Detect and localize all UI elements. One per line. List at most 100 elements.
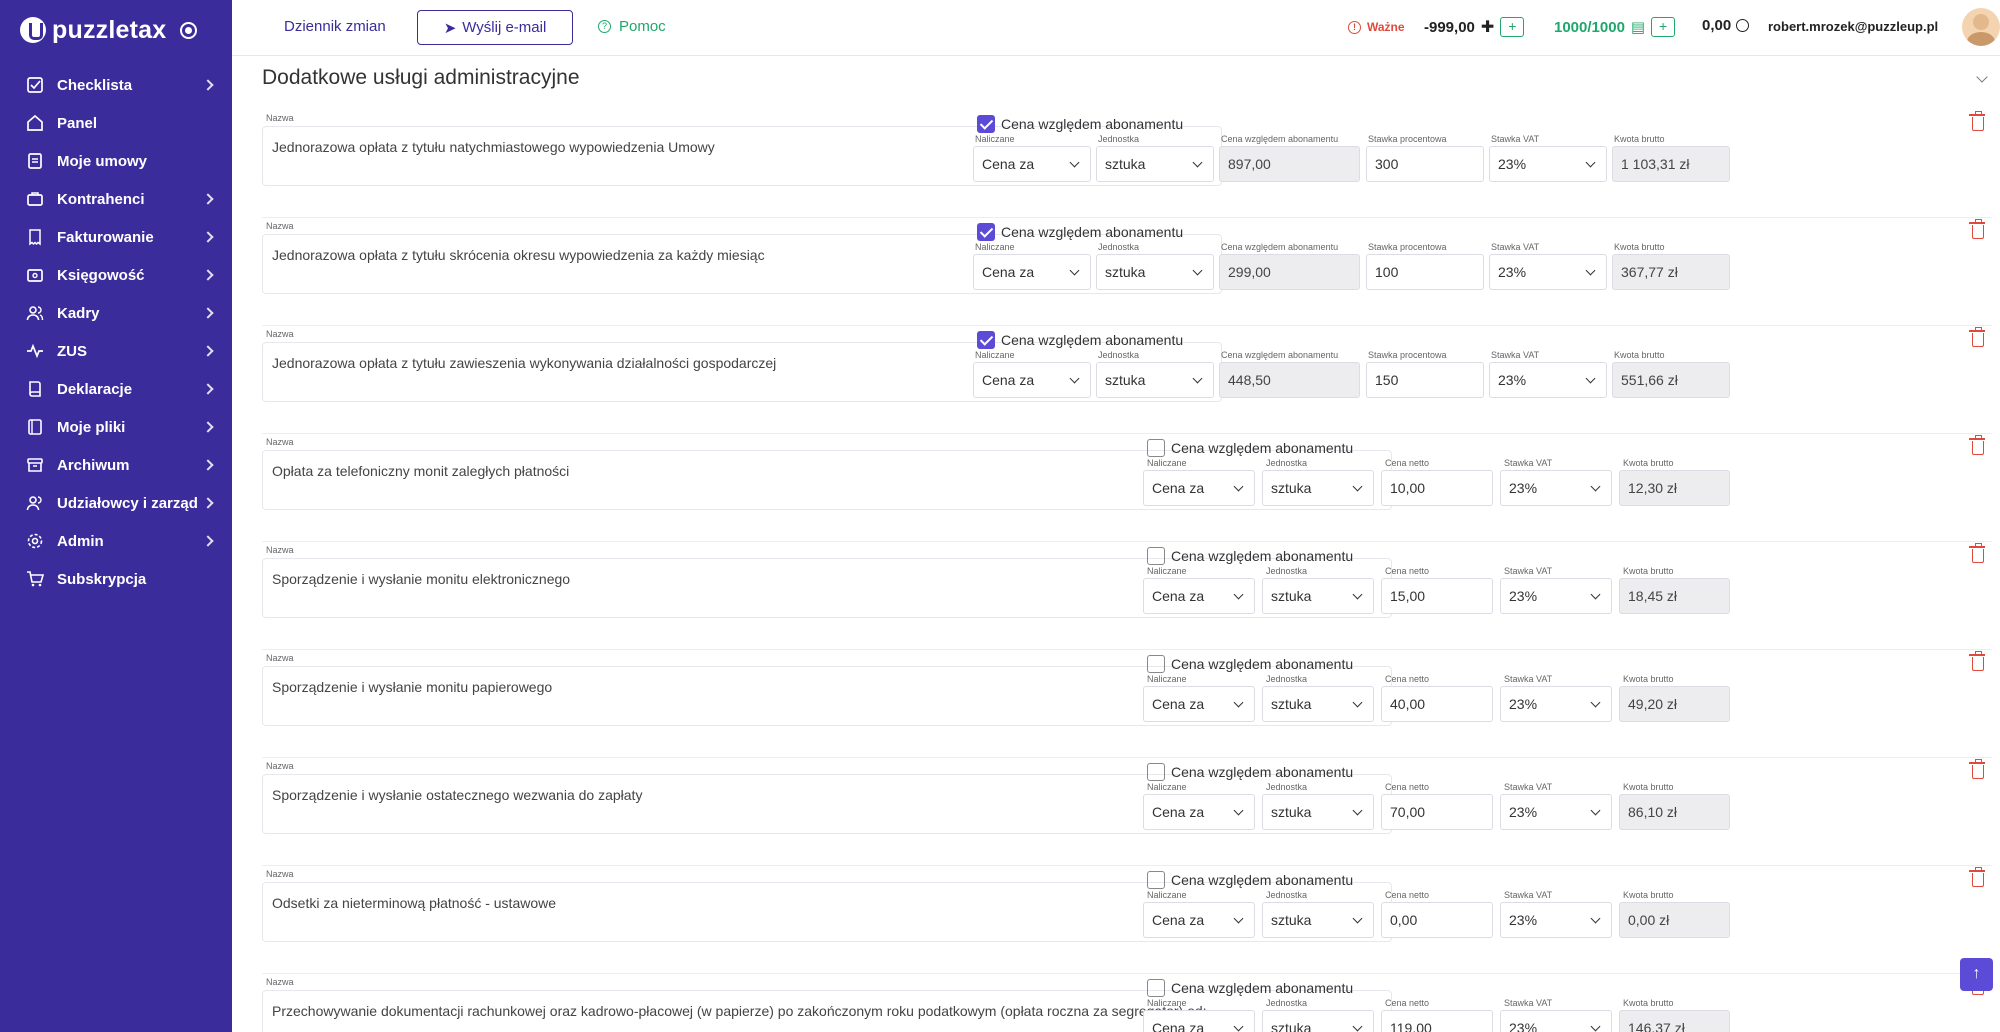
collapse-chevron-icon[interactable] xyxy=(1976,71,1988,83)
vat-rate-select[interactable]: 23% xyxy=(1489,362,1607,398)
subscription-price-checkbox-label: Cena względem abonamentu xyxy=(1001,116,1184,132)
trash-icon[interactable] xyxy=(1969,759,1985,779)
sidebar-item-checklista[interactable]: Checklista xyxy=(0,66,232,104)
charged-select[interactable]: Cena za xyxy=(973,362,1091,398)
chevron-right-icon xyxy=(202,269,214,281)
vat-rate-select[interactable]: 23% xyxy=(1500,794,1612,830)
shareholders-icon xyxy=(26,494,44,512)
checkbox-checked-icon xyxy=(977,223,995,241)
subscription-price-checkbox[interactable]: Cena względem abonamentu xyxy=(1147,655,1353,673)
service-row: Nazwa Sporządzenie i wysłanie monitu elek… xyxy=(262,542,1992,650)
sidebar-item-ksiegowosc[interactable]: Księgowość xyxy=(0,256,232,294)
vat-rate-select[interactable]: 23% xyxy=(1500,902,1612,938)
charged-select[interactable]: Cena za xyxy=(1143,470,1255,506)
vat-rate-select[interactable]: 23% xyxy=(1500,578,1612,614)
percent-rate-input[interactable]: 150 xyxy=(1366,362,1484,398)
charged-select[interactable]: Cena za xyxy=(973,146,1091,182)
subscription-price-checkbox[interactable]: Cena względem abonamentu xyxy=(977,331,1183,349)
service-row: Nazwa Sporządzenie i wysłanie monitu papi… xyxy=(262,650,1992,758)
unit-select[interactable]: sztuka xyxy=(1262,470,1374,506)
subscription-price-checkbox[interactable]: Cena względem abonamentu xyxy=(1147,547,1353,565)
sidebar-item-moje-pliki[interactable]: Moje pliki xyxy=(0,408,232,446)
sidebar-item-zus[interactable]: ZUS xyxy=(0,332,232,370)
sidebar-item-kadry[interactable]: Kadry xyxy=(0,294,232,332)
net-price-input[interactable]: 119,00 xyxy=(1381,1010,1493,1032)
unit-select[interactable]: sztuka xyxy=(1096,146,1214,182)
subscription-price-checkbox[interactable]: Cena względem abonamentu xyxy=(1147,979,1353,997)
net-price-input[interactable]: 40,00 xyxy=(1381,686,1493,722)
sidebar-item-fakturowanie[interactable]: Fakturowanie xyxy=(0,218,232,256)
unit-select-label: Jednostka xyxy=(1266,566,1308,576)
charged-select[interactable]: Cena za xyxy=(973,254,1091,290)
net-price-input[interactable]: 70,00 xyxy=(1381,794,1493,830)
charged-select[interactable]: Cena za xyxy=(1143,686,1255,722)
sidebar-item-panel[interactable]: Panel xyxy=(0,104,232,142)
net-price-input[interactable]: 0,00 xyxy=(1381,902,1493,938)
sidebar-item-deklaracje[interactable]: Deklaracje xyxy=(0,370,232,408)
sidebar-item-moje-umowy[interactable]: Moje umowy xyxy=(0,142,232,180)
logo[interactable]: puzzletax xyxy=(0,0,232,60)
unit-select[interactable]: sztuka xyxy=(1096,254,1214,290)
trash-icon[interactable] xyxy=(1969,543,1985,563)
avatar[interactable] xyxy=(1962,8,2000,46)
sidebar-toggle-icon[interactable] xyxy=(180,21,198,39)
unit-select[interactable]: sztuka xyxy=(1262,578,1374,614)
vat-rate-select[interactable]: 23% xyxy=(1489,146,1607,182)
subscription-price-checkbox[interactable]: Cena względem abonamentu xyxy=(1147,763,1353,781)
subscription-price-checkbox[interactable]: Cena względem abonamentu xyxy=(1147,871,1353,889)
percent-rate-input[interactable]: 300 xyxy=(1366,146,1484,182)
subscription-price-checkbox[interactable]: Cena względem abonamentu xyxy=(1147,439,1353,457)
sidebar-item-archiwum[interactable]: Archiwum xyxy=(0,446,232,484)
sidebar-item-subskrypcja[interactable]: Subskrypcja xyxy=(0,560,232,598)
sidebar-item-admin[interactable]: Admin xyxy=(0,522,232,560)
vat-rate-select-label: Stawka VAT xyxy=(1504,674,1553,684)
charged-select[interactable]: Cena za xyxy=(1143,902,1255,938)
trash-icon[interactable] xyxy=(1969,651,1985,671)
unit-select[interactable]: sztuka xyxy=(1096,362,1214,398)
trash-icon[interactable] xyxy=(1969,327,1985,347)
net-price-input[interactable]: 10,00 xyxy=(1381,470,1493,506)
gross-amount-field-label: Kwota brutto xyxy=(1614,242,1665,252)
user-email[interactable]: robert.mrozek@puzzleup.pl xyxy=(1768,19,1938,34)
important-link[interactable]: ! Ważne xyxy=(1348,20,1405,34)
unit-select[interactable]: sztuka xyxy=(1262,1010,1374,1032)
changelog-link[interactable]: Dziennik zmian xyxy=(284,18,386,35)
gross-amount-field: 12,30 zł xyxy=(1619,470,1730,506)
unit-select[interactable]: sztuka xyxy=(1262,902,1374,938)
vat-rate-select[interactable]: 23% xyxy=(1500,1010,1612,1032)
send-email-button[interactable]: ➤ Wyślij e-mail xyxy=(417,10,573,45)
percent-rate-input[interactable]: 100 xyxy=(1366,254,1484,290)
subscription-price-checkbox[interactable]: Cena względem abonamentu xyxy=(977,115,1183,133)
sidebar: puzzletax Checklista Panel Moje umowy Kontr… xyxy=(0,0,232,1032)
charged-select-label: Naliczane xyxy=(1147,782,1187,792)
gross-amount-field: 146,37 zł xyxy=(1619,1010,1730,1032)
service-row: Nazwa Jednorazowa opłata z tytułu natychm… xyxy=(262,110,1992,218)
trash-icon[interactable] xyxy=(1969,867,1985,887)
send-icon: ➤ xyxy=(443,19,457,37)
help-link[interactable]: ? Pomoc xyxy=(598,18,666,35)
unit-select[interactable]: sztuka xyxy=(1262,794,1374,830)
scroll-to-top-button[interactable]: ↑ xyxy=(1960,958,1993,991)
percent-rate-input-label: Stawka procentowa xyxy=(1368,134,1447,144)
subscription-price-field: 299,00 xyxy=(1219,254,1360,290)
charged-select[interactable]: Cena za xyxy=(1143,578,1255,614)
name-label: Nazwa xyxy=(266,113,294,123)
add-credits-button[interactable]: + xyxy=(1500,17,1525,37)
gross-amount-field: 86,10 zł xyxy=(1619,794,1730,830)
contractors-icon xyxy=(26,190,44,208)
trash-icon[interactable] xyxy=(1969,111,1985,131)
charged-select[interactable]: Cena za xyxy=(1143,1010,1255,1032)
vat-rate-select[interactable]: 23% xyxy=(1489,254,1607,290)
charged-select[interactable]: Cena za xyxy=(1143,794,1255,830)
add-docs-button[interactable]: + xyxy=(1651,17,1676,37)
sidebar-item-udzialowcy-i-zarzad[interactable]: Udziałowcy i zarząd xyxy=(0,484,232,522)
subscription-price-checkbox[interactable]: Cena względem abonamentu xyxy=(977,223,1183,241)
vat-rate-select[interactable]: 23% xyxy=(1500,470,1612,506)
unit-select[interactable]: sztuka xyxy=(1262,686,1374,722)
trash-icon[interactable] xyxy=(1969,219,1985,239)
trash-icon[interactable] xyxy=(1969,435,1985,455)
sidebar-item-kontrahenci[interactable]: Kontrahenci xyxy=(0,180,232,218)
chevron-right-icon xyxy=(202,231,214,243)
vat-rate-select[interactable]: 23% xyxy=(1500,686,1612,722)
net-price-input[interactable]: 15,00 xyxy=(1381,578,1493,614)
